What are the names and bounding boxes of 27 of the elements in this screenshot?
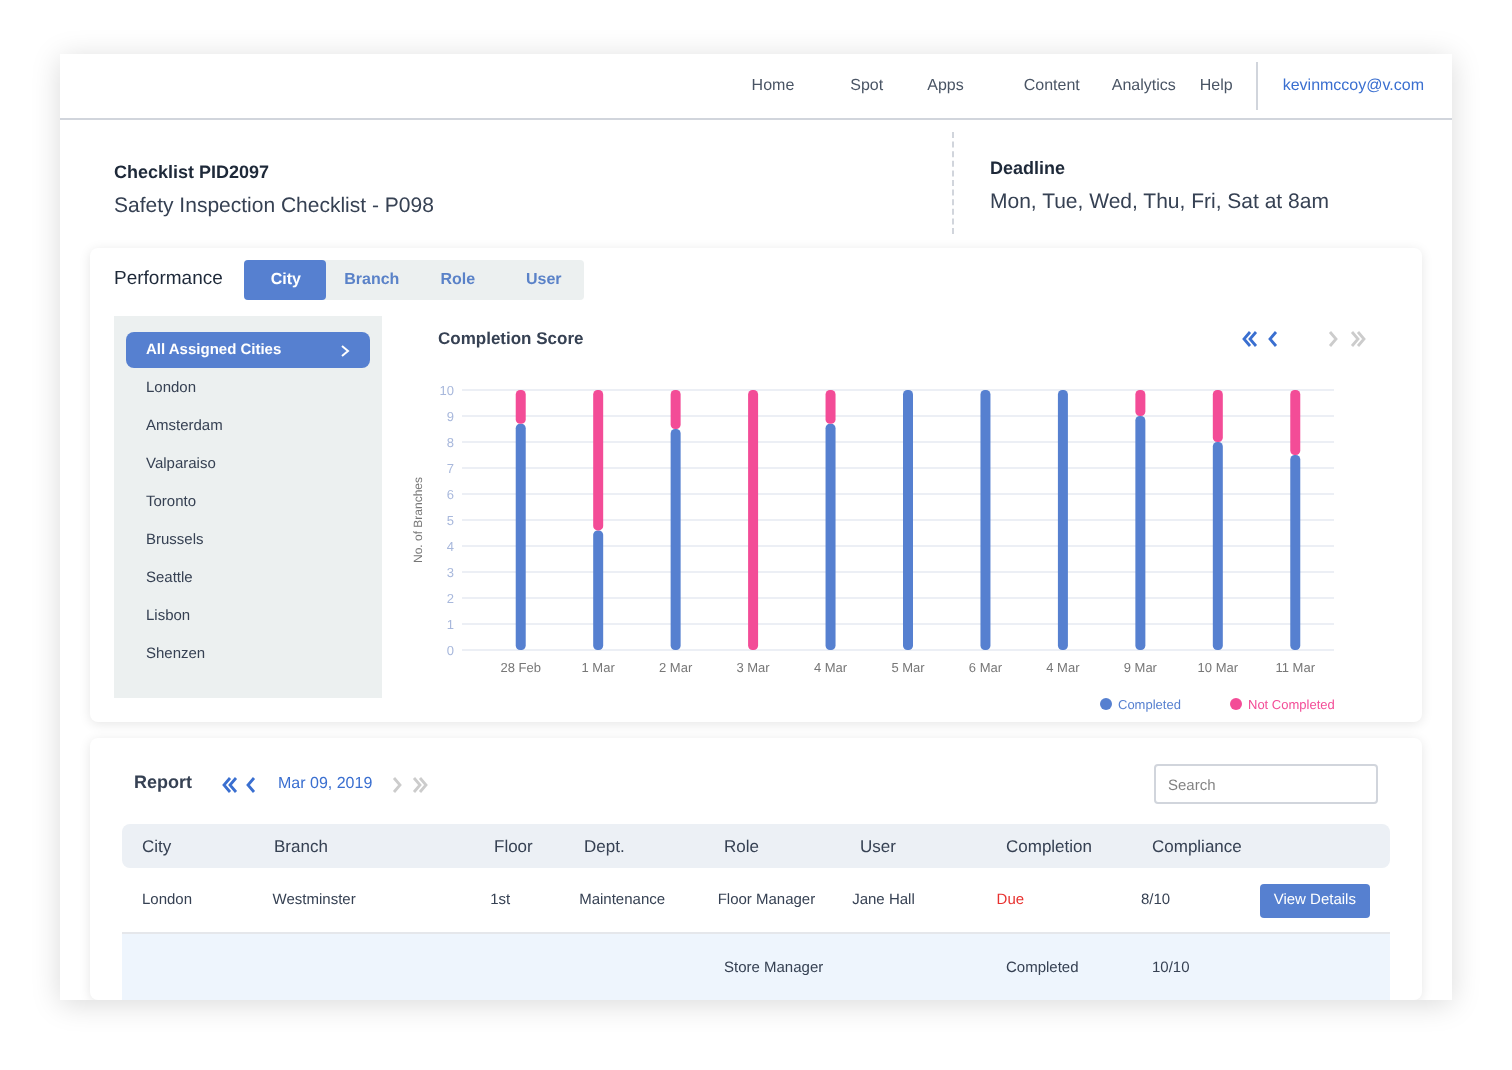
checklist-name: Safety Inspection Checklist - P098 xyxy=(114,191,436,222)
nav-link[interactable]: Home xyxy=(751,74,795,99)
checklist-label: Checklist PID2097 xyxy=(114,160,272,187)
nav-link[interactable]: Analytics xyxy=(1111,74,1176,99)
chevron-right-icon xyxy=(340,343,350,357)
section-title: Performance xyxy=(114,265,223,294)
deadline-label: Deadline xyxy=(990,156,1068,183)
column-header: Completion xyxy=(1006,833,1094,859)
column-header: Role xyxy=(724,833,761,859)
nav-link[interactable]: Content xyxy=(1023,74,1080,99)
nav-link[interactable]: Help xyxy=(1199,74,1233,99)
chart-title: Completion Score xyxy=(438,326,584,352)
nav-link[interactable]: Spot xyxy=(850,74,884,99)
nav-link[interactable]: Apps xyxy=(927,74,964,99)
user-email-link[interactable]: kevinmccoy@v.com xyxy=(1282,74,1424,99)
column-header: Floor xyxy=(494,833,535,859)
column-header: User xyxy=(860,833,898,859)
column-header: Branch xyxy=(274,833,330,859)
filter-tab[interactable]: City xyxy=(244,260,327,300)
section-title: Report xyxy=(134,770,192,797)
column-header: Dept. xyxy=(584,833,627,859)
date-label: Mar 09, 2019 xyxy=(278,772,373,796)
column-header: Compliance xyxy=(1152,833,1244,859)
double-chevron-left-icon[interactable] xyxy=(1240,330,1260,348)
column-header: City xyxy=(142,833,174,859)
double-chevron-left-icon[interactable] xyxy=(220,775,240,793)
deadline-value: Mon, Tue, Wed, Thu, Fri, Sat at 8am xyxy=(990,187,1331,218)
